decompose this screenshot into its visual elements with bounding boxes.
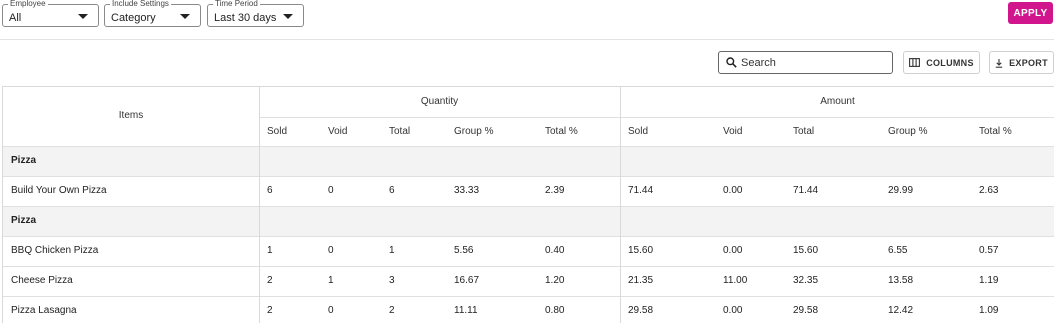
quantity-col-header: Void xyxy=(328,126,348,137)
row-divider xyxy=(3,266,1054,267)
export-button[interactable]: EXPORT xyxy=(989,51,1054,74)
group-row-background xyxy=(3,206,1054,236)
group-row-label: Pizza xyxy=(11,155,37,166)
group-row-background xyxy=(3,146,1054,176)
amount-col-header: Total % xyxy=(979,126,1012,137)
employee-filter-label: Employee xyxy=(8,0,48,9)
row-divider xyxy=(3,206,1054,207)
quantity-cell: 1 xyxy=(267,245,273,256)
columns-icon xyxy=(909,58,921,67)
amount-cell: 15.60 xyxy=(628,245,654,256)
amount-cell: 71.44 xyxy=(793,185,819,196)
filter-divider xyxy=(0,39,1054,40)
quantity-cell: 2 xyxy=(267,275,273,286)
quantity-cell: 11.11 xyxy=(454,305,478,316)
header-divider xyxy=(3,146,1054,147)
amount-col-header: Void xyxy=(723,126,743,137)
quantity-cell: 2 xyxy=(389,305,395,316)
amount-col-header: Total xyxy=(793,126,815,137)
quantity-header: Quantity xyxy=(420,96,459,107)
quantity-cell: 33.33 xyxy=(454,185,480,196)
quantity-cell: 6 xyxy=(389,185,395,196)
export-icon xyxy=(995,58,1003,68)
amount-cell: 29.58 xyxy=(628,305,654,316)
items-header: Items xyxy=(118,110,144,121)
employee-filter[interactable]: Employee All xyxy=(2,0,99,27)
include-settings-filter-value: Category xyxy=(111,12,156,24)
quantity-cell: 0 xyxy=(328,305,334,316)
quantity-col-header: Group % xyxy=(454,126,494,137)
search-field[interactable] xyxy=(718,51,893,74)
quantity-col-header: Total % xyxy=(545,126,578,137)
report-table: Items Quantity Amount Sold Void Total Group % T… xyxy=(2,86,1054,323)
quantity-col-header: Sold xyxy=(267,126,288,137)
employee-filter-value: All xyxy=(9,12,22,24)
amount-cell: 11.00 xyxy=(723,275,748,286)
apply-button[interactable]: APPLY xyxy=(1008,2,1053,24)
quantity-cell: 2.39 xyxy=(545,185,565,196)
item-name: BBQ Chicken Pizza xyxy=(11,245,99,256)
amount-col-header: Group % xyxy=(888,126,928,137)
include-settings-filter-label: Include Settings xyxy=(110,0,171,9)
quantity-cell: 0.80 xyxy=(545,305,565,316)
export-button-label: EXPORT xyxy=(1009,57,1048,68)
amount-cell: 0.00 xyxy=(723,245,743,256)
quantity-cell: 1 xyxy=(328,275,334,286)
row-divider xyxy=(3,176,1054,177)
amount-cell: 1.09 xyxy=(979,305,999,316)
quantity-cell: 16.67 xyxy=(454,275,480,286)
amount-cell: 32.35 xyxy=(793,275,819,286)
columns-button[interactable]: COLUMNS xyxy=(903,51,980,74)
item-name: Pizza Lasagna xyxy=(11,305,77,316)
time-period-filter-value: Last 30 days xyxy=(214,12,277,24)
group-row-label: Pizza xyxy=(11,215,37,226)
amount-cell: 1.19 xyxy=(979,275,999,286)
quantity-cell: 0 xyxy=(328,185,334,196)
quantity-cell: 3 xyxy=(389,275,395,286)
quantity-cell: 0 xyxy=(328,245,334,256)
quantity-cell: 2 xyxy=(267,305,273,316)
dropdown-caret-icon xyxy=(180,14,190,19)
amount-cell: 0.00 xyxy=(723,185,743,196)
quantity-cell: 1.20 xyxy=(545,275,565,286)
quantity-cell: 0.40 xyxy=(545,245,565,256)
row-divider xyxy=(3,296,1054,297)
amount-cell: 15.60 xyxy=(793,245,819,256)
row-divider xyxy=(3,236,1054,237)
item-name: Cheese Pizza xyxy=(11,275,73,286)
amount-cell: 21.35 xyxy=(628,275,654,286)
quantity-col-header: Total xyxy=(389,126,411,137)
quantity-cell: 5.56 xyxy=(454,245,474,256)
column-divider xyxy=(620,87,621,323)
search-input[interactable] xyxy=(741,55,889,71)
amount-header: Amount xyxy=(820,96,855,107)
amount-cell: 71.44 xyxy=(628,185,654,196)
item-name: Build Your Own Pizza xyxy=(11,185,107,196)
header-divider xyxy=(259,117,1054,118)
columns-button-label: COLUMNS xyxy=(926,57,974,68)
dropdown-caret-icon xyxy=(78,14,88,19)
amount-cell: 0.00 xyxy=(723,305,743,316)
amount-cell: 29.99 xyxy=(888,185,914,196)
quantity-cell: 1 xyxy=(389,245,395,256)
amount-cell: 12.42 xyxy=(888,305,914,316)
time-period-filter-label: Time Period xyxy=(213,0,260,9)
search-icon xyxy=(726,57,737,68)
dropdown-caret-icon xyxy=(283,14,293,19)
column-divider xyxy=(259,87,260,323)
include-settings-filter[interactable]: Include Settings Category xyxy=(104,0,201,27)
time-period-filter[interactable]: Time Period Last 30 days xyxy=(207,0,304,27)
quantity-cell: 6 xyxy=(267,185,273,196)
amount-cell: 13.58 xyxy=(888,275,914,286)
amount-cell: 0.57 xyxy=(979,245,999,256)
amount-cell: 29.58 xyxy=(793,305,819,316)
amount-cell: 6.55 xyxy=(888,245,908,256)
amount-cell: 2.63 xyxy=(979,185,999,196)
amount-col-header: Sold xyxy=(628,126,649,137)
